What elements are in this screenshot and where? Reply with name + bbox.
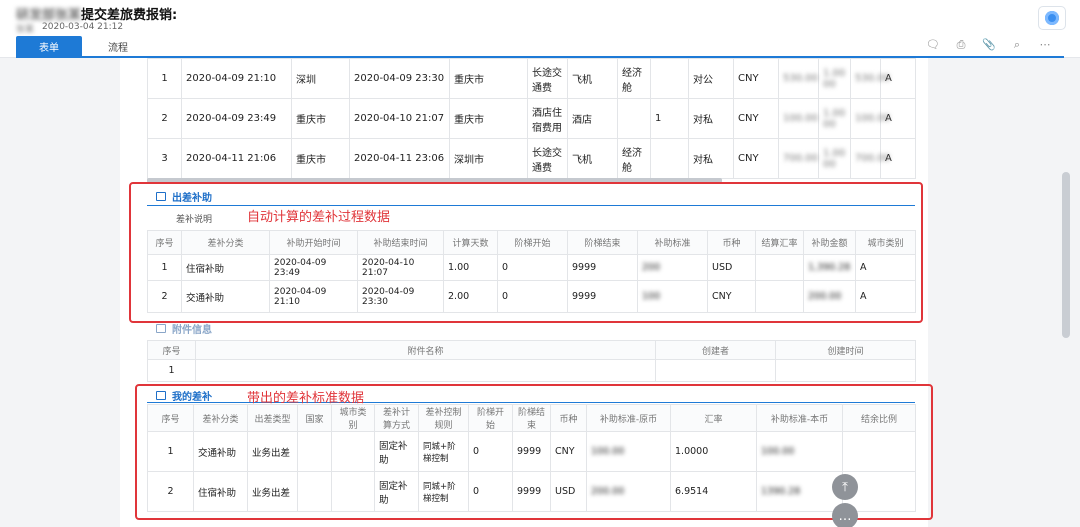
end-time: 2020-04-11 23:06	[349, 138, 450, 179]
settle-type: 对私	[688, 138, 734, 179]
row-no: 1	[147, 58, 182, 99]
amount: 530.00	[778, 58, 819, 99]
rate: 1.00 00	[818, 58, 851, 99]
assistant-button[interactable]	[1038, 6, 1066, 30]
col-header: 序号	[147, 340, 196, 360]
attachment-time	[775, 359, 916, 382]
expense-category: 长途交通费	[527, 138, 568, 179]
end-time: 2020-04-10 21:07	[349, 98, 450, 139]
page-title: 研发部张某 提交差旅费报销:	[16, 4, 177, 23]
seat-class	[617, 98, 651, 139]
start-time: 2020-04-09 23:49	[181, 98, 292, 139]
start-time: 2020-04-11 21:06	[181, 138, 292, 179]
from-city: 重庆市	[291, 138, 350, 179]
submit-meta: 张某 2020-03-04 21:12	[16, 22, 123, 35]
seat-class: 经济舱	[617, 58, 651, 99]
currency: CNY	[733, 58, 779, 99]
table-row[interactable]: 1	[147, 359, 916, 382]
attachment-table-icon	[156, 324, 166, 333]
settle-type: 对私	[688, 98, 734, 139]
settle-type: 对公	[688, 58, 734, 99]
attachments-title-text: 附件信息	[172, 325, 212, 336]
expense-type: 飞机	[567, 138, 618, 179]
end-time: 2020-04-09 23:30	[349, 58, 450, 99]
attach-icon[interactable]: 📎	[982, 38, 996, 52]
print-icon[interactable]: ⎙	[954, 38, 968, 52]
toolbar: 🗨 ⎙ 📎 ⌕ ⋯	[926, 38, 1052, 52]
applicant-name: 张某	[16, 25, 35, 35]
from-city: 深圳	[291, 58, 350, 99]
col-header: 附件名称	[195, 340, 656, 360]
vertical-scrollbar[interactable]	[1062, 172, 1070, 338]
amount: 100.00	[778, 98, 819, 139]
days: 1	[650, 98, 689, 139]
to-city: 重庆市	[449, 58, 528, 99]
attachment-creator	[655, 359, 776, 382]
back-to-top-button[interactable]: ⤒	[832, 474, 858, 500]
rate: 1.00 00	[818, 98, 851, 139]
rate: 1.00 00	[818, 138, 851, 179]
title-prefix: 研发部张某	[16, 8, 82, 23]
row-no: 3	[147, 138, 182, 179]
col-header: 创建时间	[775, 340, 916, 360]
tab-form[interactable]: 表单	[16, 36, 82, 56]
highlight-box-standard-data	[135, 384, 933, 520]
currency: CNY	[733, 138, 779, 179]
start-time: 2020-04-09 21:10	[181, 58, 292, 99]
from-city: 重庆市	[291, 98, 350, 139]
chat-icon: …	[838, 508, 852, 524]
highlight-box-auto-calc	[129, 182, 923, 323]
page-header: 研发部张某 提交差旅费报销: 张某 2020-03-04 21:12 表单 流程…	[0, 0, 1080, 58]
row-no: 2	[147, 98, 182, 139]
table-row[interactable]: 1 2020-04-09 21:10 深圳 2020-04-09 23:30 重…	[147, 58, 916, 99]
table-row[interactable]: 2 2020-04-09 23:49 重庆市 2020-04-10 21:07 …	[147, 98, 916, 139]
chat-button[interactable]: …	[832, 503, 858, 527]
expense-table: 1 2020-04-09 21:10 深圳 2020-04-09 23:30 重…	[147, 58, 916, 179]
submit-date: 2020-03-04 21:12	[42, 22, 124, 32]
total: 700.00	[850, 138, 890, 179]
row-no: 1	[147, 359, 196, 382]
attachments-table: 序号 附件名称 创建者 创建时间 1	[147, 340, 916, 382]
attachment-name	[195, 359, 656, 382]
more-icon[interactable]: ⋯	[1038, 38, 1052, 52]
total: 530.00	[850, 58, 890, 99]
search-icon[interactable]: ⌕	[1010, 38, 1024, 52]
seat-class: 经济舱	[617, 138, 651, 179]
expense-type: 酒店	[567, 98, 618, 139]
arrow-up-icon: ⤒	[842, 479, 848, 495]
assistant-icon	[1045, 11, 1059, 25]
comment-icon[interactable]: 🗨	[926, 38, 940, 52]
days	[650, 138, 689, 179]
total: 100.00	[850, 98, 890, 139]
days	[650, 58, 689, 99]
currency: CNY	[733, 98, 779, 139]
expense-category: 长途交通费	[527, 58, 568, 99]
tab-flow[interactable]: 流程	[100, 36, 136, 56]
amount: 700.00	[778, 138, 819, 179]
expense-type: 飞机	[567, 58, 618, 99]
table-row[interactable]: 3 2020-04-11 21:06 重庆市 2020-04-11 23:06 …	[147, 138, 916, 179]
table-header-row: 序号 附件名称 创建者 创建时间	[147, 340, 916, 360]
to-city: 深圳市	[449, 138, 528, 179]
to-city: 重庆市	[449, 98, 528, 139]
title-text: 提交差旅费报销:	[81, 8, 178, 23]
col-header: 创建者	[655, 340, 776, 360]
attachments-section-title: 附件信息	[156, 321, 212, 336]
expense-category: 酒店住宿费用	[527, 98, 568, 139]
